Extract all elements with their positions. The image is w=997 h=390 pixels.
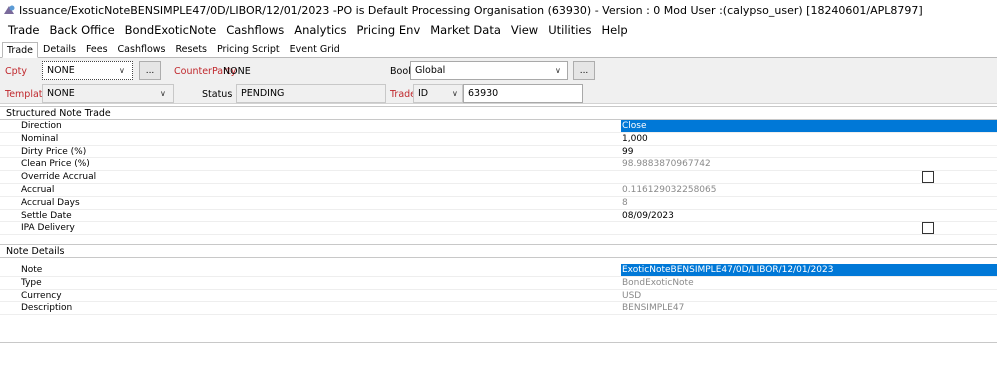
- property-row-direction[interactable]: Direction Close: [0, 120, 997, 133]
- note-details-panel: Note Details Note ExoticNoteBENSIMPLE47/…: [0, 244, 997, 316]
- property-row-currency[interactable]: Currency USD: [0, 290, 997, 303]
- description-value: BENSIMPLE47: [622, 303, 685, 314]
- trade-header-form: Cpty NONE ∨ ... CounterParty NONE Book G…: [0, 58, 997, 104]
- property-name: Settle Date: [21, 210, 72, 221]
- override-accrual-value: [621, 171, 997, 183]
- book-value: Global: [415, 65, 446, 76]
- book-select[interactable]: Global: [410, 61, 568, 80]
- property-row-note[interactable]: Note ExoticNoteBENSIMPLE47/0D/LIBOR/12/0…: [0, 264, 997, 277]
- property-name: Currency: [21, 290, 62, 301]
- property-row-nominal[interactable]: Nominal 1,000: [0, 133, 997, 146]
- tab-cashflows[interactable]: Cashflows: [113, 42, 171, 57]
- property-row-ipa-delivery[interactable]: IPA Delivery: [0, 222, 997, 236]
- property-row-clean-price[interactable]: Clean Price (%) 98.9883870967742: [0, 158, 997, 172]
- tab-event-grid[interactable]: Event Grid: [285, 42, 345, 57]
- property-name: Direction: [21, 121, 62, 131]
- type-value: BondExoticNote: [622, 277, 694, 288]
- cpty-label: Cpty: [5, 66, 28, 77]
- ipa-delivery-checkbox[interactable]: [922, 222, 934, 235]
- note-details-title: Note Details: [0, 244, 997, 258]
- window-title: Issuance/ExoticNoteBENSIMPLE47/0D/LIBOR/…: [19, 3, 923, 17]
- nominal-value[interactable]: 1,000: [621, 133, 997, 145]
- bottom-divider: [0, 342, 997, 343]
- status-field: PENDING: [236, 84, 386, 103]
- property-name: Type: [21, 277, 42, 288]
- template-value: NONE: [47, 88, 75, 99]
- accrual-value: 0.116129032258065: [622, 184, 717, 195]
- ipa-delivery-value: [621, 222, 997, 234]
- menu-pricing-env[interactable]: Pricing Env: [351, 23, 425, 37]
- menu-help[interactable]: Help: [597, 23, 633, 37]
- menu-bar: Trade Back Office BondExoticNote Cashflo…: [0, 20, 997, 40]
- property-row-accrual-days[interactable]: Accrual Days 8: [0, 197, 997, 210]
- book-browse-button[interactable]: ...: [573, 61, 595, 80]
- menu-cashflows[interactable]: Cashflows: [221, 23, 289, 37]
- counterparty-value: NONE: [223, 66, 251, 77]
- menu-view[interactable]: View: [506, 23, 543, 37]
- property-row-description[interactable]: Description BENSIMPLE47: [0, 302, 997, 316]
- property-name: IPA Delivery: [21, 223, 75, 234]
- property-row-settle-date[interactable]: Settle Date 08/09/2023: [0, 210, 997, 223]
- tab-details[interactable]: Details: [38, 42, 81, 57]
- tab-pricing-script[interactable]: Pricing Script: [212, 42, 285, 57]
- property-name: Description: [21, 303, 73, 314]
- window-title-bar: Issuance/ExoticNoteBENSIMPLE47/0D/LIBOR/…: [0, 0, 997, 20]
- menu-bond-exotic-note[interactable]: BondExoticNote: [120, 23, 222, 37]
- currency-value: USD: [622, 290, 642, 301]
- property-name: Clean Price (%): [21, 159, 90, 170]
- template-chevron-down-icon[interactable]: ∨: [160, 89, 166, 98]
- status-value: PENDING: [241, 88, 285, 99]
- property-name: Note: [21, 265, 43, 275]
- trade-id-input[interactable]: 63930: [463, 84, 583, 103]
- status-label: Status: [202, 89, 233, 100]
- tab-resets[interactable]: Resets: [171, 42, 213, 57]
- property-name: Nominal: [21, 133, 59, 144]
- menu-analytics[interactable]: Analytics: [289, 23, 351, 37]
- direction-value[interactable]: Close: [621, 120, 997, 132]
- tab-trade[interactable]: Trade: [2, 42, 39, 58]
- note-value[interactable]: ExoticNoteBENSIMPLE47/0D/LIBOR/12/01/202…: [621, 264, 997, 276]
- override-accrual-checkbox[interactable]: [922, 171, 934, 184]
- property-name: Accrual: [21, 184, 55, 195]
- property-row-type[interactable]: Type BondExoticNote: [0, 277, 997, 290]
- cpty-chevron-down-icon[interactable]: ∨: [119, 66, 125, 75]
- property-name: Accrual Days: [21, 197, 80, 208]
- menu-utilities[interactable]: Utilities: [543, 23, 596, 37]
- cpty-browse-button[interactable]: ...: [139, 61, 161, 80]
- dirty-price-value[interactable]: 99: [621, 146, 997, 158]
- tab-bar: Trade Details Fees Cashflows Resets Pric…: [0, 42, 997, 58]
- accrual-days-value: 8: [622, 197, 628, 208]
- cpty-value: NONE: [47, 65, 75, 76]
- property-row-dirty-price[interactable]: Dirty Price (%) 99: [0, 146, 997, 159]
- book-chevron-down-icon[interactable]: ∨: [555, 66, 561, 75]
- clean-price-value: 98.9883870967742: [622, 159, 711, 170]
- structured-note-trade-panel: Structured Note Trade Direction Close No…: [0, 106, 997, 236]
- settle-date-value[interactable]: 08/09/2023: [621, 210, 997, 222]
- property-row-override-accrual[interactable]: Override Accrual: [0, 171, 997, 184]
- tab-fees[interactable]: Fees: [81, 42, 113, 57]
- property-row-accrual[interactable]: Accrual 0.116129032258065: [0, 184, 997, 197]
- property-name: Dirty Price (%): [21, 146, 87, 157]
- trade-id-value: 63930: [468, 88, 499, 99]
- menu-market-data[interactable]: Market Data: [425, 23, 506, 37]
- trade-id-type-chevron-down-icon[interactable]: ∨: [452, 89, 458, 98]
- template-select[interactable]: NONE: [42, 84, 174, 103]
- menu-back-office[interactable]: Back Office: [45, 23, 120, 37]
- trade-id-type-value: ID: [418, 88, 429, 99]
- menu-trade[interactable]: Trade: [3, 23, 45, 37]
- app-icon: [3, 4, 16, 17]
- property-name: Override Accrual: [21, 172, 97, 183]
- structured-note-trade-title: Structured Note Trade: [0, 106, 997, 120]
